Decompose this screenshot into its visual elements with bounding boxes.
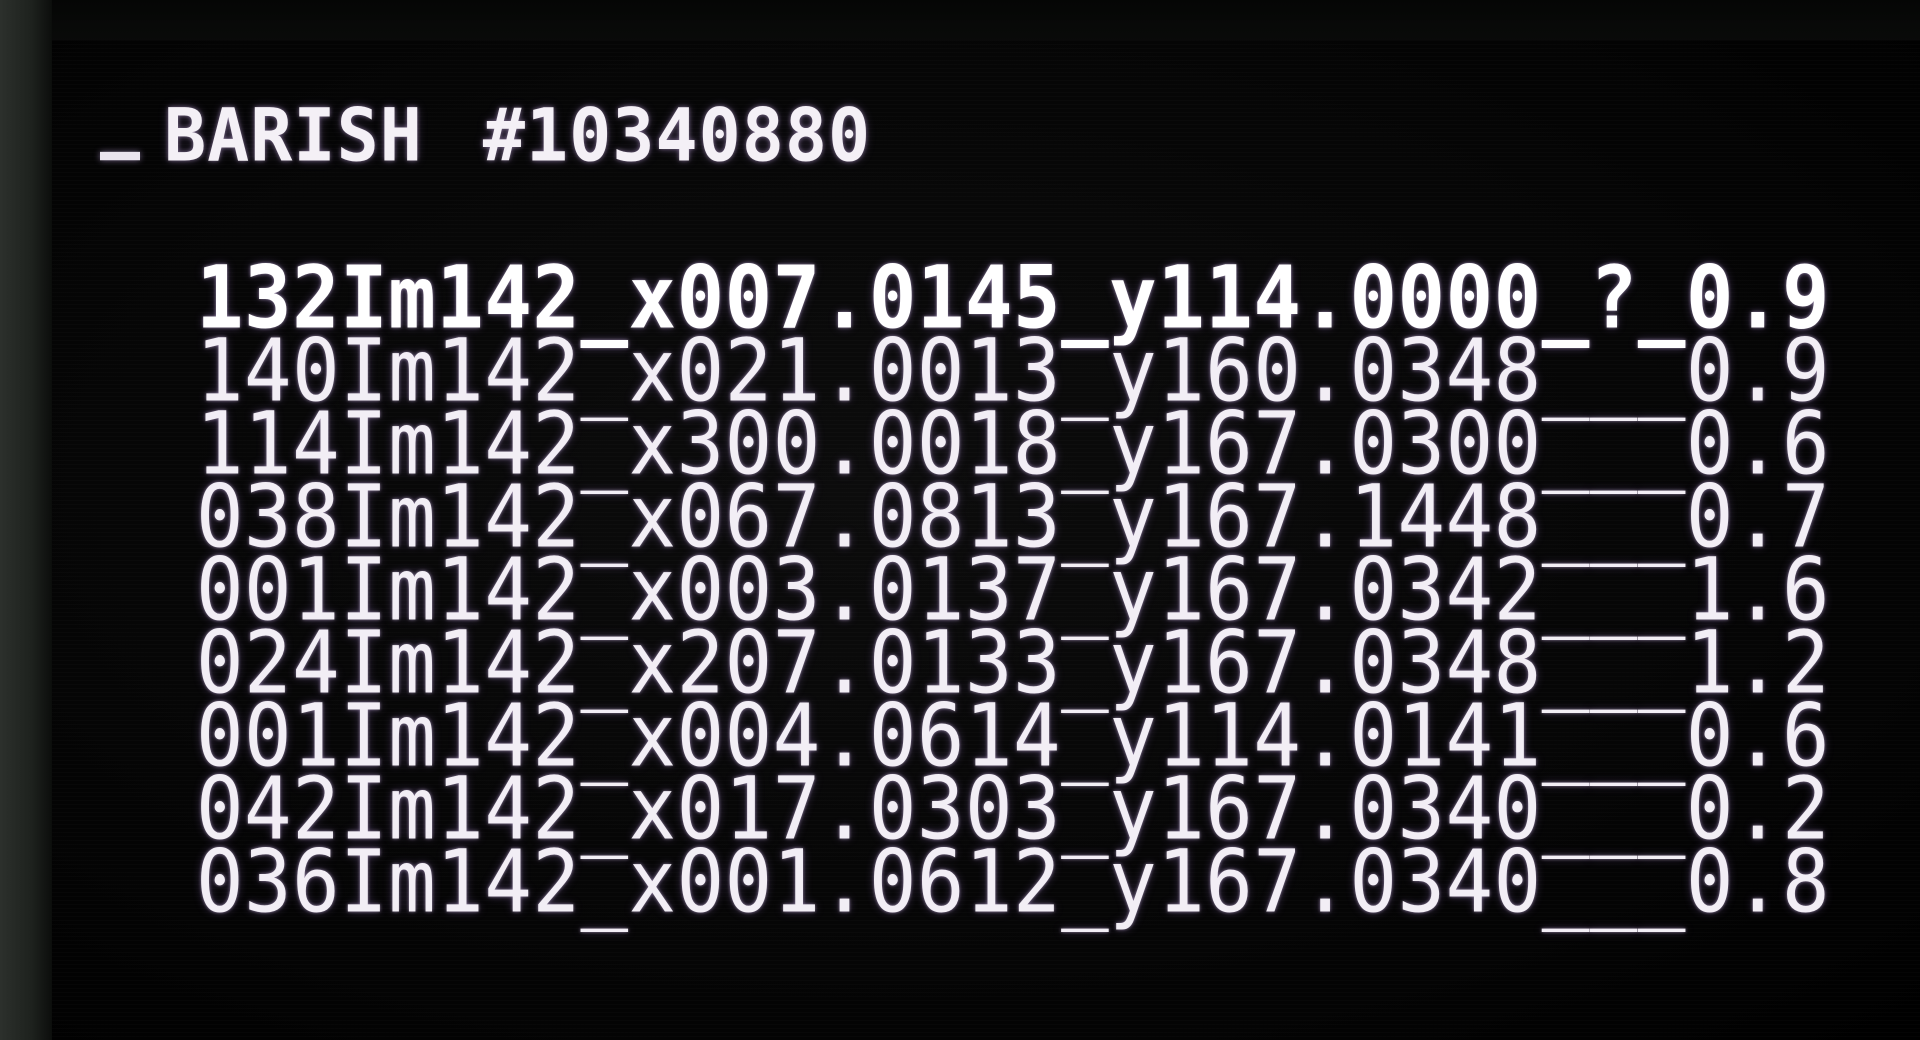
monitor-bezel-left (0, 0, 52, 1040)
cursor-underscore (100, 151, 140, 161)
terminal-header: BARISH #10340880 (100, 92, 871, 178)
terminal-screen: BARISH #10340880 132Im142_x007.0145_y114.… (52, 40, 1920, 1040)
crt-monitor: BARISH #10340880 132Im142_x007.0145_y114.… (0, 0, 1920, 1040)
data-row: 036Im142_x001.0612_y167.0340___0.8 (196, 831, 1831, 933)
header-id: #10340880 (482, 92, 872, 179)
header-name: BARISH (164, 92, 423, 179)
monitor-bezel-top (0, 0, 1920, 44)
data-listing: 132Im142_x007.0145_y114.0000_?_0.9 140Im… (196, 254, 1830, 925)
